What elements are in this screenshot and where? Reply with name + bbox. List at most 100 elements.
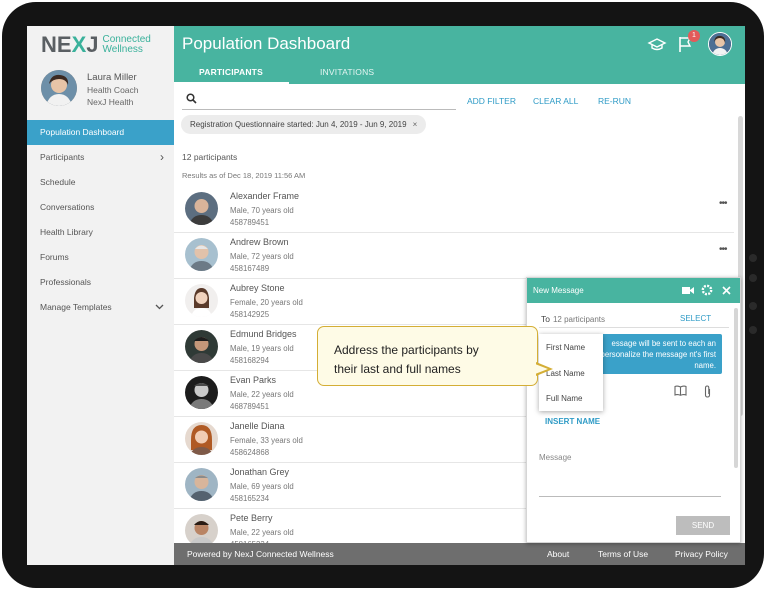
sidebar-item-forums[interactable]: Forums — [27, 245, 174, 270]
avatar-image — [185, 192, 218, 225]
callout-text-line2: their last and full names — [334, 362, 461, 376]
avatar-image — [185, 330, 218, 363]
sidebar-item-conversations[interactable]: Conversations — [27, 195, 174, 220]
participant-name[interactable]: Alexander Frame — [230, 191, 299, 201]
participant-info: Male, 69 years old — [230, 482, 294, 491]
participant-name[interactable]: Andrew Brown — [230, 237, 289, 247]
list-item[interactable]: Alexander Frame Male, 70 years old 45878… — [174, 186, 734, 233]
message-underline — [539, 496, 721, 497]
app-screen: NEXJ Connected Wellness Laura Miller Hea… — [27, 26, 745, 565]
participant-avatar — [185, 376, 218, 409]
search-input[interactable] — [182, 90, 456, 110]
insert-name-button[interactable]: INSERT NAME — [545, 417, 600, 426]
tab-invitations[interactable]: INVITATIONS — [320, 67, 374, 77]
participant-name[interactable]: Janelle Diana — [230, 421, 285, 431]
participant-id: 458165234 — [230, 494, 270, 503]
book-icon[interactable] — [674, 385, 687, 396]
video-camera-icon[interactable] — [682, 286, 694, 295]
sidebar-item-label: Professionals — [40, 277, 92, 287]
list-item[interactable]: Andrew Brown Male, 72 years old 45816748… — [174, 232, 734, 279]
participant-id: 458789451 — [230, 218, 270, 227]
page-title: Population Dashboard — [182, 34, 351, 53]
participant-info: Male, 22 years old — [230, 528, 294, 537]
sidebar-item-schedule[interactable]: Schedule — [27, 170, 174, 195]
profile-org: NexJ Health — [87, 97, 134, 107]
sidebar-item-label: Participants — [40, 152, 85, 162]
search-icon — [186, 93, 197, 104]
tablet-frame: NEXJ Connected Wellness Laura Miller Hea… — [2, 2, 764, 588]
sidebar-item-label: Manage Templates — [40, 302, 112, 312]
send-button[interactable]: SEND — [676, 516, 730, 535]
add-filter-button[interactable]: ADD FILTER — [467, 96, 516, 106]
camera-dot — [749, 274, 757, 282]
participant-id: 458168294 — [230, 356, 270, 365]
close-icon[interactable]: × — [413, 120, 418, 129]
sidebar-item-label: Conversations — [40, 202, 95, 212]
panel-scrollbar[interactable] — [734, 308, 738, 468]
paperclip-icon[interactable] — [703, 385, 712, 398]
sidebar-item-population-dashboard[interactable]: Population Dashboard — [27, 120, 174, 145]
to-divider — [539, 327, 729, 328]
sidebar-item-participants[interactable]: Participants › — [27, 145, 174, 170]
active-tab-indicator — [174, 82, 289, 84]
profile-text: Laura Miller Health Coach NexJ Health — [87, 72, 139, 108]
close-icon[interactable] — [722, 286, 731, 295]
camera-dot — [749, 302, 757, 310]
flag-icon[interactable]: 1 — [676, 30, 700, 54]
re-run-button[interactable]: RE-RUN — [598, 96, 631, 106]
sidebar-item-health-library[interactable]: Health Library — [27, 220, 174, 245]
filter-chip-label: Registration Questionnaire started: Jun … — [190, 120, 407, 129]
sidebar-item-label: Population Dashboard — [40, 127, 125, 137]
participant-name[interactable]: Evan Parks — [230, 375, 276, 385]
tab-participants[interactable]: PARTICIPANTS — [199, 67, 263, 77]
camera-dot — [749, 254, 757, 262]
user-avatar[interactable] — [708, 32, 732, 56]
participant-name[interactable]: Edmund Bridges — [230, 329, 297, 339]
sidebar-item-manage-templates[interactable]: Manage Templates — [27, 295, 174, 320]
select-recipients-button[interactable]: SELECT — [680, 314, 711, 323]
profile-role: Health Coach — [87, 85, 139, 95]
more-options-icon[interactable]: ••• — [719, 244, 727, 255]
avatar-image — [41, 70, 77, 106]
app-logo[interactable]: NEXJ Connected Wellness — [41, 32, 151, 58]
participant-avatar — [185, 330, 218, 363]
participant-name[interactable]: Jonathan Grey — [230, 467, 289, 477]
results-timestamp: Results as of Dec 18, 2019 11:56 AM — [182, 171, 306, 180]
footer-privacy-link[interactable]: Privacy Policy — [675, 549, 728, 559]
participant-avatar — [185, 422, 218, 455]
clear-all-button[interactable]: CLEAR ALL — [533, 96, 578, 106]
more-options-icon[interactable]: ••• — [719, 198, 727, 209]
sidebar: NEXJ Connected Wellness Laura Miller Hea… — [27, 26, 174, 565]
footer-terms-link[interactable]: Terms of Use — [598, 549, 648, 559]
avatar-image — [185, 376, 218, 409]
menu-item-first-name[interactable]: First Name — [546, 343, 585, 352]
chevron-right-icon: › — [160, 150, 164, 164]
sidebar-nav: Population Dashboard Participants › Sched… — [27, 120, 174, 320]
menu-item-full-name[interactable]: Full Name — [546, 394, 582, 403]
sidebar-item-label: Health Library — [40, 227, 93, 237]
notification-badge: 1 — [688, 30, 700, 42]
gear-icon[interactable] — [701, 284, 713, 296]
to-label: To — [541, 314, 550, 324]
user-profile[interactable]: Laura Miller Health Coach NexJ Health — [41, 70, 139, 108]
chevron-down-icon — [155, 304, 164, 310]
participant-info: Male, 70 years old — [230, 206, 294, 215]
participant-avatar — [185, 192, 218, 225]
sidebar-item-label: Schedule — [40, 177, 76, 187]
footer-about-link[interactable]: About — [547, 549, 569, 559]
avatar — [41, 70, 77, 106]
footer: Powered by NexJ Connected Wellness About… — [174, 543, 745, 565]
participant-id: 468789451 — [230, 402, 270, 411]
annotation-callout: Address the participants by their last a… — [317, 326, 538, 386]
avatar-image — [185, 468, 218, 501]
sidebar-item-professionals[interactable]: Professionals — [27, 270, 174, 295]
participant-avatar — [185, 284, 218, 317]
to-field[interactable]: To 12 participants — [541, 314, 605, 324]
mortarboard-icon[interactable] — [647, 34, 667, 54]
participant-name[interactable]: Pete Berry — [230, 513, 273, 523]
participant-name[interactable]: Aubrey Stone — [230, 283, 285, 293]
message-input[interactable]: Message — [539, 453, 571, 462]
participant-id: 458142925 — [230, 310, 270, 319]
participant-info: Male, 22 years old — [230, 390, 294, 399]
logo-subtitle-line2: Wellness — [102, 44, 143, 55]
